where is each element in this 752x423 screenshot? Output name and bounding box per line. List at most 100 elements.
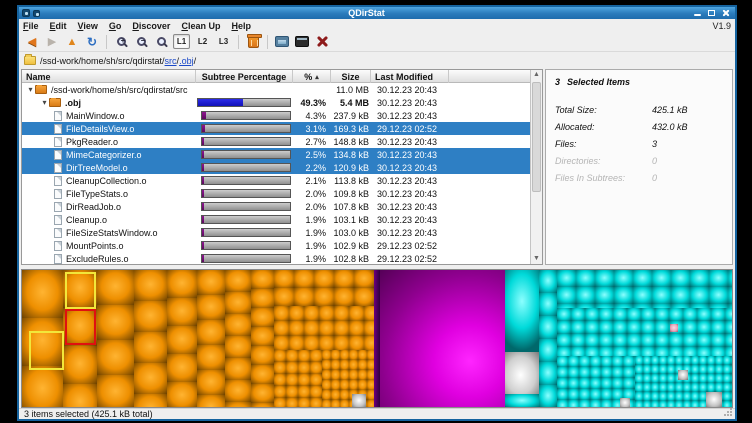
- table-row[interactable]: PkgReader.o2.7%148.8 kB30.12.23 20:43: [22, 135, 530, 148]
- treemap-magenta-block[interactable]: [380, 270, 505, 408]
- scrollbar-thumb[interactable]: [532, 82, 541, 192]
- forward-button[interactable]: ▶: [44, 34, 60, 50]
- treemap-cyan-tiles[interactable]: [539, 270, 557, 408]
- level-2-button[interactable]: L2: [194, 34, 211, 49]
- up-button[interactable]: ▲: [64, 34, 80, 50]
- header-percent[interactable]: %▴: [293, 70, 331, 83]
- treemap-cyan-tiles[interactable]: [557, 270, 732, 308]
- modified-value: 30.12.23 20:43: [371, 98, 530, 108]
- titlebar[interactable]: QDirStat: [19, 7, 735, 19]
- treemap-orange-tiles[interactable]: [251, 270, 274, 408]
- treemap-cyan-tiles[interactable]: [557, 308, 732, 356]
- item-name: CleanupCollection.o: [66, 176, 147, 186]
- breadcrumb-link-obj[interactable]: .obj: [179, 56, 194, 66]
- resize-grip-icon[interactable]: [724, 408, 733, 417]
- header-subtree-percentage[interactable]: Subtree Percentage: [196, 70, 293, 83]
- move-to-trash-button[interactable]: [245, 34, 261, 50]
- menu-edit[interactable]: Edit: [50, 21, 67, 31]
- terminal-button[interactable]: [294, 34, 310, 50]
- item-name: MainWindow.o: [66, 111, 125, 121]
- file-manager-button[interactable]: [274, 34, 290, 50]
- details-title: 3Selected Items: [555, 77, 723, 87]
- table-row[interactable]: DirReadJob.o2.0%107.8 kB30.12.23 20:43: [22, 200, 530, 213]
- table-row[interactable]: DirTreeModel.o2.2%120.9 kB30.12.23 20:43: [22, 161, 530, 174]
- file-icon: [54, 124, 62, 134]
- expand-arrow-icon[interactable]: ▾: [40, 98, 49, 107]
- table-row[interactable]: FileDetailsView.o3.1%169.3 kB29.12.23 02…: [22, 122, 530, 135]
- breadcrumb-link-src[interactable]: src: [165, 56, 177, 66]
- menu-help[interactable]: Help: [231, 21, 251, 31]
- percent-value: 1.9%: [293, 215, 331, 225]
- file-icon: [54, 176, 62, 186]
- level-1-button[interactable]: L1: [173, 34, 190, 49]
- file-icon: [54, 241, 62, 251]
- breadcrumb-text: /ssd-work/home/sh/src/qdirstat/: [40, 56, 165, 66]
- percent-value: 2.0%: [293, 202, 331, 212]
- delete-button[interactable]: [314, 34, 330, 50]
- menu-file[interactable]: File: [23, 21, 39, 31]
- treemap-orange-tiles[interactable]: [274, 270, 374, 306]
- percent-value: 1.9%: [293, 228, 331, 238]
- percent-bar: [201, 150, 291, 159]
- header-last-modified[interactable]: Last Modified: [371, 70, 449, 83]
- pin-icon[interactable]: [33, 10, 40, 17]
- header-size[interactable]: Size: [331, 70, 371, 83]
- treemap-gray-tile[interactable]: [678, 370, 688, 380]
- file-icon: [54, 163, 62, 173]
- treemap-orange-tiles[interactable]: [274, 350, 322, 408]
- toolbar: ◀ ▶ ▲ ↻ + − L1 L2 L3: [19, 32, 735, 52]
- menu-go[interactable]: Go: [109, 21, 122, 31]
- treemap-view[interactable]: [21, 269, 733, 408]
- menu-discover[interactable]: Discover: [132, 21, 170, 31]
- modified-value: 30.12.23 20:43: [371, 137, 530, 147]
- scroll-down-icon[interactable]: ▼: [533, 254, 540, 264]
- treemap-gray-tile[interactable]: [620, 398, 630, 408]
- size-value: 134.8 kB: [331, 150, 371, 160]
- level-3-button[interactable]: L3: [215, 34, 232, 49]
- trash-icon: [248, 36, 259, 48]
- expand-arrow-icon[interactable]: ▾: [26, 85, 35, 94]
- zoom-out-button[interactable]: −: [133, 34, 149, 50]
- item-name: DirReadJob.o: [66, 202, 121, 212]
- treemap-gray-tile[interactable]: [352, 394, 366, 408]
- treemap-orange-tiles[interactable]: [197, 270, 225, 408]
- treemap-orange-tiles[interactable]: [274, 306, 374, 350]
- file-icon: [54, 228, 62, 238]
- table-row[interactable]: ▾/ssd-work/home/sh/src/qdirstat/src11.0 …: [22, 83, 530, 96]
- table-row[interactable]: ExcludeRules.o1.9%102.8 kB29.12.23 02:52: [22, 252, 530, 265]
- treemap-orange-tiles[interactable]: [97, 270, 134, 408]
- table-row[interactable]: ▾.obj49.3%5.4 MB30.12.23 20:43: [22, 96, 530, 109]
- zoom-in-button[interactable]: +: [113, 34, 129, 50]
- reload-button[interactable]: ↻: [84, 34, 100, 50]
- table-row[interactable]: FileTypeStats.o2.0%109.8 kB30.12.23 20:4…: [22, 187, 530, 200]
- tree-scrollbar[interactable]: ▲ ▼: [530, 70, 542, 264]
- treemap-cyan-tiles[interactable]: [505, 394, 539, 408]
- back-button[interactable]: ◀: [24, 34, 40, 50]
- treemap-orange-tiles[interactable]: [322, 350, 374, 408]
- table-row[interactable]: FileSizeStatsWindow.o1.9%103.0 kB30.12.2…: [22, 226, 530, 239]
- table-row[interactable]: Cleanup.o1.9%103.1 kB30.12.23 20:43: [22, 213, 530, 226]
- treemap-orange-tiles[interactable]: [225, 270, 251, 408]
- app-icon[interactable]: [22, 9, 30, 17]
- table-row[interactable]: CleanupCollection.o2.1%113.8 kB30.12.23 …: [22, 174, 530, 187]
- header-name[interactable]: Name: [22, 70, 196, 83]
- search-button[interactable]: [153, 34, 169, 50]
- maximize-button[interactable]: [706, 8, 718, 18]
- menu-view[interactable]: View: [78, 21, 98, 31]
- table-row[interactable]: MountPoints.o1.9%102.9 kB29.12.23 02:52: [22, 239, 530, 252]
- folder-icon: [49, 98, 61, 107]
- percent-bar: [197, 98, 291, 107]
- treemap-gray-tile[interactable]: [706, 392, 722, 408]
- treemap-orange-tiles[interactable]: [167, 270, 197, 408]
- menu-clean-up[interactable]: Clean Up: [181, 21, 220, 31]
- table-row[interactable]: MimeCategorizer.o2.5%134.8 kB30.12.23 20…: [22, 148, 530, 161]
- scroll-up-icon[interactable]: ▲: [533, 70, 540, 80]
- treemap-orange-tiles[interactable]: [134, 270, 167, 408]
- treemap-gray-block[interactable]: [505, 352, 539, 394]
- minimize-button[interactable]: [692, 8, 704, 18]
- magnifier-icon: [157, 37, 166, 46]
- close-button[interactable]: [720, 8, 732, 18]
- table-row[interactable]: MainWindow.o4.3%237.9 kB30.12.23 20:43: [22, 109, 530, 122]
- treemap-pink-tile[interactable]: [670, 324, 678, 332]
- treemap-cyan-tall-block[interactable]: [505, 270, 539, 352]
